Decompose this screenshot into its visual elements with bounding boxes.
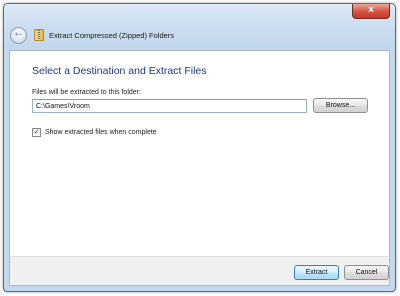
window-title: Extract Compressed (Zipped) Folders xyxy=(49,31,175,40)
page-heading: Select a Destination and Extract Files xyxy=(32,65,207,77)
close-icon[interactable]: x xyxy=(368,5,374,15)
destination-path-input[interactable] xyxy=(32,99,307,113)
title-bar[interactable]: x ← Extract Compressed (Zipped) Folders xyxy=(4,4,395,50)
cancel-button[interactable]: Cancel xyxy=(344,265,389,280)
show-files-label[interactable]: Show extracted files when complete xyxy=(45,129,157,136)
checkmark-icon: ✓ xyxy=(33,128,40,136)
zipped-folder-icon xyxy=(34,29,44,41)
wizard-content: Select a Destination and Extract Files F… xyxy=(9,50,390,256)
back-arrow-icon[interactable]: ← xyxy=(15,30,23,40)
extract-button[interactable]: Extract xyxy=(294,265,339,280)
destination-label: Files will be extracted to this folder: xyxy=(32,89,141,96)
browse-button[interactable]: Browse... xyxy=(313,98,368,113)
show-files-checkbox[interactable]: ✓ xyxy=(32,128,41,137)
close-button[interactable]: x xyxy=(352,4,390,19)
dialog-footer: Extract Cancel xyxy=(9,256,390,286)
extract-dialog-window: x ← Extract Compressed (Zipped) Folders … xyxy=(3,3,396,292)
back-button[interactable]: ← xyxy=(10,27,27,44)
